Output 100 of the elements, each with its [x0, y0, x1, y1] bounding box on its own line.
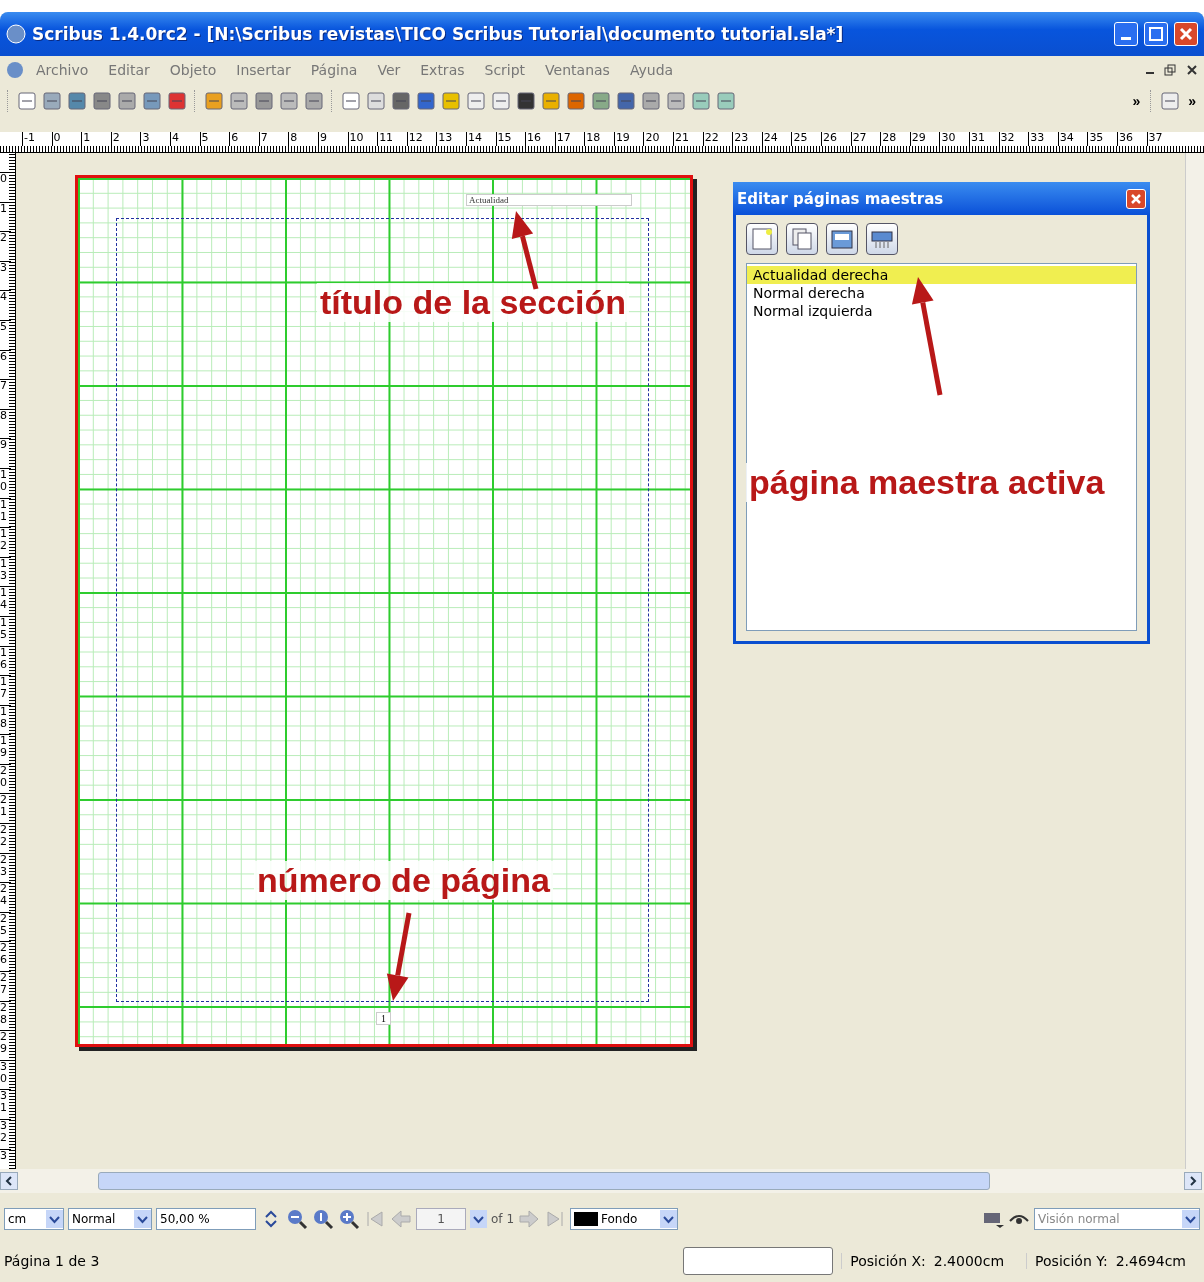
position-y-value: 2.4694cm — [1115, 1252, 1186, 1269]
scrollbar-thumb[interactable] — [98, 1172, 990, 1190]
ruler-label: 17 — [0, 675, 11, 705]
ruler-label: 24 — [0, 882, 11, 912]
menu-item[interactable]: Archivo — [28, 60, 97, 80]
new-page-icon — [751, 228, 773, 250]
menu-item[interactable]: Ventanas — [537, 60, 618, 80]
toolbar-overflow-button[interactable]: » — [1184, 93, 1200, 109]
menu-item[interactable]: Ayuda — [621, 60, 682, 80]
close-button[interactable] — [1174, 22, 1198, 46]
ruler-label: 30 — [0, 1059, 11, 1090]
ruler-label: 21 — [0, 793, 11, 824]
ruler-label: 27 — [0, 971, 11, 1001]
page-number-field[interactable]: 1 — [416, 1208, 466, 1230]
ruler-label: 15 — [495, 132, 526, 146]
horizontal-scrollbar[interactable] — [0, 1169, 1204, 1193]
header-text-frame: Actualidad — [466, 194, 632, 206]
ruler-label: 26 — [0, 941, 11, 972]
ruler-label: 25 — [791, 132, 822, 146]
page-count-label: of 1 — [491, 1212, 514, 1226]
page-dropdown-caret-icon[interactable] — [470, 1210, 487, 1228]
menu-item[interactable]: Insertar — [228, 60, 299, 80]
zoom-100-icon[interactable] — [312, 1208, 334, 1230]
ruler-label: 16 — [0, 645, 11, 676]
list-item[interactable]: Actualidad derecha — [747, 266, 1136, 284]
ruler-label: 14 — [0, 586, 11, 616]
zoom-out-icon[interactable] — [286, 1208, 308, 1230]
zoom-field[interactable]: 50,00 % — [156, 1208, 256, 1230]
delete-button[interactable] — [866, 223, 898, 255]
ruler-label: 22 — [702, 132, 733, 146]
ruler-label: 30 — [939, 132, 969, 146]
annotation-label: título de la sección — [317, 283, 630, 323]
ruler-label: 0 — [0, 172, 11, 202]
ruler-label: 19 — [0, 734, 11, 764]
vertical-scrollbar[interactable] — [1185, 153, 1204, 1169]
menu-item[interactable]: Objeto — [161, 60, 225, 80]
annotation-label: número de página — [254, 861, 553, 901]
ruler-label: 12 — [406, 132, 437, 146]
app-icon — [6, 61, 24, 79]
dialog-title: Editar páginas maestras — [737, 189, 945, 208]
ruler-label: 32 — [998, 132, 1029, 146]
ruler-label: 29 — [0, 1030, 11, 1060]
ruler-label: 9 — [0, 438, 11, 468]
unit-dropdown[interactable]: cm — [4, 1208, 64, 1230]
close-icon[interactable] — [1186, 64, 1198, 76]
scroll-left-button[interactable] — [0, 1172, 18, 1190]
ruler-label: 35 — [1087, 132, 1117, 146]
position-y-label: Posición Y: — [1035, 1252, 1108, 1269]
menu-item[interactable]: Ver — [369, 60, 409, 80]
restore-icon[interactable] — [1164, 64, 1176, 76]
menu-item[interactable]: Página — [302, 60, 366, 80]
ruler-label: 9 — [317, 132, 348, 146]
ruler-label: 12 — [0, 527, 11, 557]
ruler-label: 4 — [169, 132, 200, 146]
scroll-right-button[interactable] — [1184, 1172, 1202, 1190]
ruler-label: 8 — [0, 408, 11, 439]
ruler-label: 23 — [732, 132, 762, 146]
menu-item[interactable]: Script — [476, 60, 534, 80]
ruler-label: 29 — [909, 132, 940, 146]
ruler-label: 13 — [436, 132, 466, 146]
toolbar-overflow-button[interactable]: » — [1128, 93, 1145, 109]
ruler-label: 4 — [0, 290, 11, 320]
ruler-label: 26 — [821, 132, 851, 146]
menu-item[interactable]: Editar — [100, 60, 158, 80]
ruler-label: -1 — [22, 132, 52, 146]
dropdown-caret-icon[interactable] — [660, 1210, 677, 1228]
maximize-button[interactable] — [1144, 22, 1168, 46]
dropdown-caret-icon[interactable] — [1182, 1210, 1199, 1228]
page-number-frame: 1 — [376, 1012, 391, 1025]
ruler-label: 37 — [1146, 132, 1177, 146]
menu-item[interactable]: Extras — [412, 60, 473, 80]
window-title: Scribus 1.4.0rc2 - [N:\Scribus revistas\TICO Scribus Tutorial\documento tutorial.sla*] — [32, 24, 845, 44]
minimize-button[interactable] — [1114, 22, 1138, 46]
maximize-icon — [1149, 27, 1163, 41]
zoom-in-icon[interactable] — [338, 1208, 360, 1230]
close-icon — [1179, 27, 1193, 41]
layer-dropdown[interactable]: Fondo — [570, 1208, 678, 1230]
close-button[interactable] — [1126, 188, 1146, 209]
annotation-label: página maestra activa — [746, 463, 1108, 503]
ruler-label: 2 — [0, 231, 11, 261]
new-master-page-button[interactable] — [746, 223, 778, 255]
import-button[interactable] — [826, 223, 858, 255]
dropdown-caret-icon[interactable] — [46, 1210, 63, 1228]
list-item[interactable]: Normal izquierda — [747, 302, 1136, 320]
ruler-label: 15 — [0, 615, 11, 646]
ruler-label: 21 — [673, 132, 703, 146]
ruler-label: 36 — [1116, 132, 1147, 146]
view-mode-dropdown[interactable]: Visión normal — [1034, 1208, 1200, 1230]
list-item[interactable]: Normal derecha — [747, 284, 1136, 302]
dropdown-caret-icon[interactable] — [134, 1210, 151, 1228]
ruler-label: 24 — [761, 132, 792, 146]
duplicate-button[interactable] — [786, 223, 818, 255]
ruler-label: 28 — [880, 132, 910, 146]
folder-icon — [831, 228, 853, 250]
ruler-label: 2 — [110, 132, 141, 146]
mode-dropdown[interactable]: Normal — [68, 1208, 152, 1230]
ruler-label: 0 — [51, 132, 82, 146]
ruler-label: 22 — [0, 823, 11, 853]
ruler-label: 18 — [0, 704, 11, 735]
ruler-label: 27 — [850, 132, 881, 146]
